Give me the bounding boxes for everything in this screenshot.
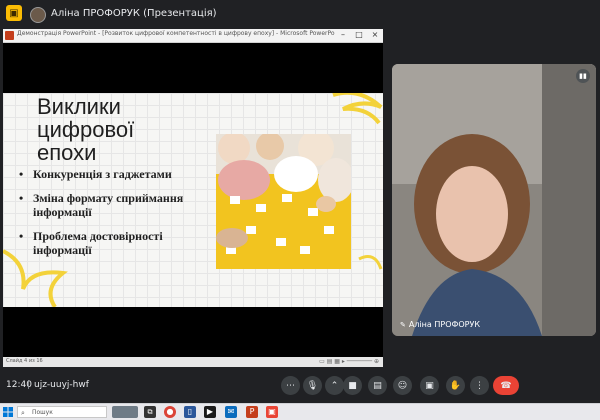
taskbar-search-box[interactable]: ⌕ Пошук: [17, 406, 107, 418]
slide-bullet: Проблема достовірності інформації: [19, 229, 219, 257]
windows-logo-icon[interactable]: [3, 407, 13, 417]
slide-title: Виклики цифрової епохи: [37, 94, 135, 165]
search-icon: ⌕: [21, 409, 25, 417]
presenter-title: Аліна ПРОФОРУК (Презентація): [51, 8, 217, 19]
file-explorer-icon[interactable]: ▯: [184, 406, 196, 418]
participant-video: [392, 64, 596, 336]
captions-icon: ▤: [373, 380, 382, 391]
separator: |: [27, 380, 31, 390]
close-button[interactable]: ×: [367, 29, 383, 42]
slide-bullet: Конкуренція з гаджетами: [19, 167, 219, 181]
slide-counter: Слайд 4 из 16: [6, 358, 43, 364]
emoji-button[interactable]: ☺: [393, 376, 412, 395]
slide-photo-children: [216, 134, 351, 269]
presenter-avatar: [30, 7, 46, 23]
present-button[interactable]: ▣: [420, 376, 439, 395]
news-widget-icon[interactable]: [112, 406, 138, 418]
powerpoint-status-bar: Слайд 4 из 16 ▭ ▤ ▦ ▸ ─────── ⊕: [3, 357, 383, 367]
slide-bullet: Зміна формату сприймання інформації: [19, 191, 219, 219]
camera-options-button[interactable]: ⌃: [325, 376, 344, 395]
windows-taskbar: ⌕ Пошук ⧉ ● ▯ ▶ ✉ P ▣: [0, 403, 600, 420]
audio-indicator-icon: ▮▮: [576, 69, 590, 83]
slide-bullet-list: Конкуренція з гаджетами Зміна формату сп…: [19, 167, 219, 267]
participant-video-tile[interactable]: ▮▮ ✎ Аліна ПРОФОРУК: [392, 64, 596, 336]
meet-control-bar: 12:40 | ujz-uuyj-hwf ⋯ 🎙 ⌃ ■ ▤ ☺ ▣ ✋ ⋮ ☎: [0, 371, 600, 401]
participant-name-label: ✎ Аліна ПРОФОРУК: [400, 320, 480, 329]
powerpoint-icon[interactable]: P: [246, 406, 258, 418]
raise-hand-button[interactable]: ✋: [446, 376, 465, 395]
search-placeholder: Пошук: [32, 409, 53, 416]
microphone-button[interactable]: 🎙: [303, 376, 322, 395]
chrome-icon[interactable]: ●: [164, 406, 176, 418]
meet-top-bar: ▣ Аліна ПРОФОРУК (Презентація): [0, 0, 600, 28]
leave-call-button[interactable]: ☎: [493, 376, 519, 395]
meeting-code: ujz-uuyj-hwf: [34, 380, 89, 390]
more-options-button[interactable]: ⋮: [470, 376, 489, 395]
powerpoint-window-title: Демонстрація PowerPoint - [Розвиток цифр…: [17, 30, 335, 37]
mic-icon: 🎙: [306, 380, 319, 391]
participant-name: Аліна ПРОФОРУК: [408, 320, 481, 329]
pdf-icon[interactable]: ▣: [266, 406, 278, 418]
camera-button[interactable]: ■: [343, 376, 362, 395]
more-options-left-button[interactable]: ⋯: [281, 376, 300, 395]
camera-icon: ■: [348, 380, 357, 391]
powerpoint-app-icon: [5, 31, 14, 40]
mail-icon[interactable]: ✉: [225, 406, 237, 418]
hangup-icon: ☎: [500, 380, 512, 391]
emoji-icon: ☺: [397, 380, 408, 391]
view-tools[interactable]: ▭ ▤ ▦ ▸ ─────── ⊕: [319, 358, 379, 365]
captions-button[interactable]: ▤: [368, 376, 387, 395]
maximize-button[interactable]: □: [351, 29, 367, 42]
raise-hand-icon: ✋: [449, 380, 462, 391]
more-icon: ⋮: [475, 380, 484, 391]
powerpoint-title-bar: Демонстрація PowerPoint - [Розвиток цифр…: [3, 29, 383, 43]
presentation-icon: ▣: [6, 5, 22, 21]
present-icon: ▣: [425, 380, 434, 391]
minimize-button[interactable]: –: [335, 29, 351, 42]
media-app-icon[interactable]: ▶: [204, 406, 216, 418]
task-view-icon[interactable]: ⧉: [144, 406, 156, 418]
presentation-slide: Виклики цифрової епохи Конкуренція з гад…: [3, 93, 383, 307]
pin-icon: ✎: [400, 321, 406, 329]
